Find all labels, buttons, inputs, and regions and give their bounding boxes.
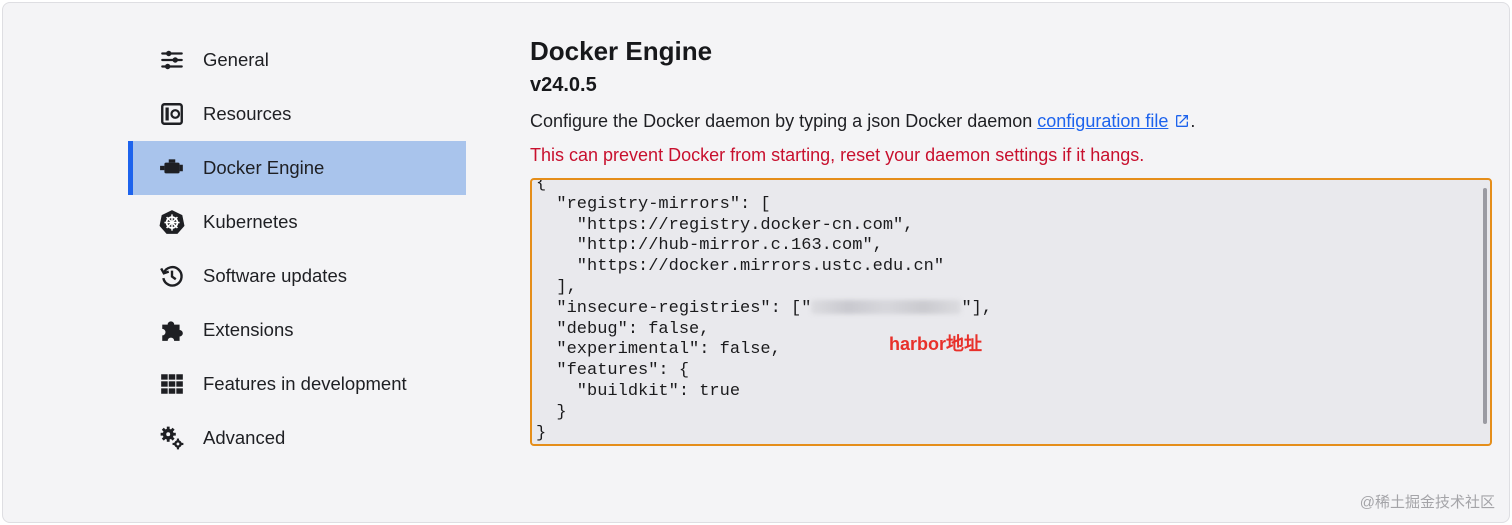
sidebar-item-advanced[interactable]: Advanced — [128, 411, 466, 465]
engine-icon — [158, 154, 186, 182]
resources-icon — [158, 100, 186, 128]
sidebar-item-software-updates[interactable]: Software updates — [128, 249, 466, 303]
sidebar-item-extensions[interactable]: Extensions — [128, 303, 466, 357]
kubernetes-icon — [158, 208, 186, 236]
sidebar-item-label: Features in development — [203, 373, 407, 394]
engine-version: v24.0.5 — [530, 74, 597, 96]
json-code[interactable]: { "registry-mirrors": [ "https://registr… — [536, 178, 993, 444]
gears-icon — [158, 424, 186, 452]
page-title: Docker Engine — [530, 36, 713, 66]
sidebar-item-general[interactable]: General — [128, 33, 466, 87]
docker-engine-panel: Docker Engine v24.0.5 Configure the Dock… — [530, 33, 1495, 446]
description-text: Configure the Docker daemon by typing a … — [530, 111, 1038, 131]
sidebar-item-label: Extensions — [203, 319, 294, 340]
daemon-json-editor[interactable]: { "registry-mirrors": [ "https://registr… — [530, 178, 1492, 446]
sidebar-item-label: Docker Engine — [203, 157, 325, 178]
sidebar-item-kubernetes[interactable]: Kubernetes — [128, 195, 466, 249]
watermark: @稀土掘金技术社区 — [1359, 494, 1495, 511]
sidebar-item-label: General — [203, 49, 269, 70]
sidebar-item-docker-engine[interactable]: Docker Engine — [128, 141, 466, 195]
warning-text: This can prevent Docker from starting, r… — [530, 145, 1145, 165]
history-icon — [158, 262, 186, 290]
sidebar-item-label: Advanced — [203, 427, 286, 448]
sliders-icon — [158, 46, 186, 74]
sidebar-item-label: Kubernetes — [203, 211, 298, 232]
settings-window: General Resources Docker Engine Kubernet… — [2, 2, 1510, 523]
settings-sidebar: General Resources Docker Engine Kubernet… — [128, 33, 466, 465]
sidebar-item-label: Software updates — [203, 265, 347, 286]
sidebar-item-resources[interactable]: Resources — [128, 87, 466, 141]
puzzle-icon — [158, 316, 186, 344]
description-end: . — [1190, 111, 1196, 131]
redacted-registry-address — [811, 299, 962, 314]
json-code-head: { "registry-mirrors": [ "https://registr… — [536, 178, 945, 318]
description: Configure the Docker daemon by typing a … — [530, 107, 1495, 135]
configuration-file-link[interactable]: configuration file — [1037, 111, 1168, 131]
grid-icon — [158, 370, 186, 398]
json-code-tail: "], "debug": false, "experimental": fals… — [536, 298, 993, 443]
sidebar-item-label: Resources — [203, 103, 292, 124]
editor-scrollbar[interactable] — [1483, 188, 1487, 424]
annotation-label: harbor地址 — [889, 334, 983, 354]
sidebar-item-features-in-development[interactable]: Features in development — [128, 357, 466, 411]
external-link-icon[interactable] — [1174, 113, 1190, 129]
